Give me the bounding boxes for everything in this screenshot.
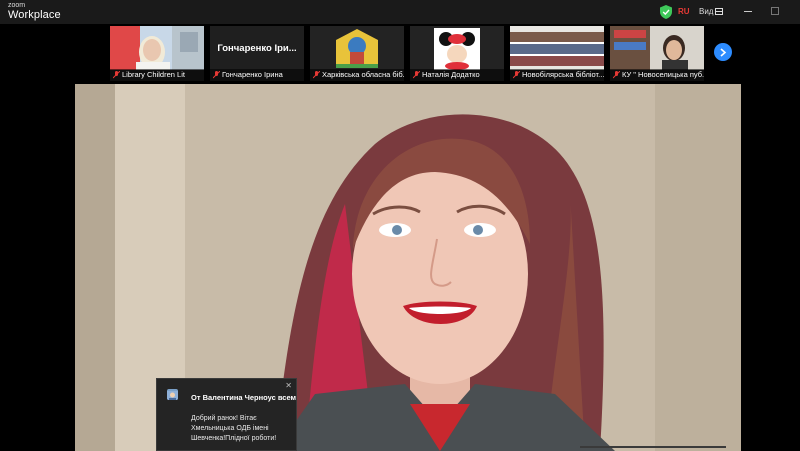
participant-video [110, 26, 204, 70]
participant-display-name: Гончаренко Іри... [217, 42, 297, 54]
chat-sender: От Валентина Черноус всем [191, 393, 297, 402]
participant-name: Library Children Lit [122, 70, 185, 79]
participant-strip: Library Children Lit Гончаренко Іри... Г… [0, 24, 800, 84]
security-shield-icon[interactable] [660, 5, 672, 19]
participant-video [510, 26, 604, 70]
close-icon[interactable]: ✕ [285, 381, 292, 390]
mic-muted-icon [213, 71, 220, 79]
video-divider [580, 446, 726, 448]
language-indicator[interactable]: RU [678, 7, 690, 16]
next-page-button[interactable] [714, 43, 732, 61]
participant-video [410, 26, 504, 70]
view-menu-label[interactable]: Вид [699, 7, 713, 16]
mic-muted-icon [113, 71, 120, 79]
app-logo: zoom Workplace [8, 2, 61, 21]
participant-label: Новобілярська бібліот... [510, 69, 604, 81]
brand-large: Workplace [8, 9, 61, 21]
participant-video [310, 26, 404, 70]
participant-label: Library Children Lit [110, 69, 204, 81]
avatar [167, 389, 178, 400]
participant-thumb[interactable]: Новобілярська бібліот... [510, 26, 604, 81]
participant-label: Гончаренко Ірина [210, 69, 304, 81]
participant-video [610, 26, 704, 70]
participant-label: Харківська обласна біб... [310, 69, 404, 81]
participant-thumb[interactable]: Library Children Lit [110, 26, 204, 81]
participant-label: КУ " Новоселицька пуб... [610, 69, 704, 81]
participant-name: Новобілярська бібліот... [522, 70, 604, 79]
participant-name: Наталія Додатко [422, 70, 480, 79]
participant-thumb[interactable]: Гончаренко Іри... Гончаренко Ірина [210, 26, 304, 81]
title-bar: zoom Workplace RU Вид [0, 0, 800, 24]
mic-muted-icon [613, 71, 620, 79]
chevron-right-icon [720, 47, 727, 57]
chat-message: Добрий ранок! Вітає Хмельницька ОДБ імен… [191, 415, 277, 442]
mic-muted-icon [413, 71, 420, 79]
brand-small: zoom [8, 2, 26, 9]
mic-muted-icon [313, 71, 320, 79]
participant-thumb[interactable]: КУ " Новоселицька пуб... [610, 26, 704, 81]
grid-view-icon[interactable] [715, 8, 723, 15]
mic-muted-icon [513, 71, 520, 79]
participant-thumb[interactable]: Харківська обласна біб... [310, 26, 404, 81]
restore-icon[interactable] [771, 7, 779, 15]
participant-name: КУ " Новоселицька пуб... [622, 70, 704, 79]
minimize-icon[interactable] [744, 11, 752, 12]
participant-thumb[interactable]: Наталія Додатко [410, 26, 504, 81]
participant-name: Гончаренко Ірина [222, 70, 283, 79]
participant-name: Харківська обласна біб... [322, 70, 404, 79]
chat-notification[interactable]: ✕ От Валентина Черноус всем Добрий ранок… [156, 378, 297, 451]
participant-label: Наталія Додатко [410, 69, 504, 81]
